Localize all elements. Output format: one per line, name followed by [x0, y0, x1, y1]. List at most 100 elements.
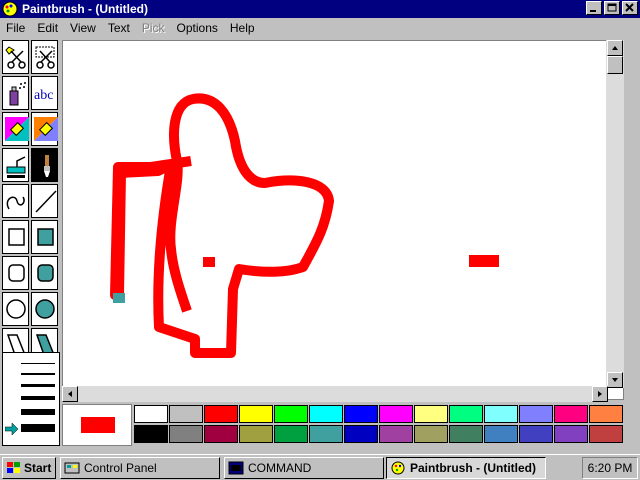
vertical-scroll-thumb[interactable] — [607, 56, 623, 74]
palette-color[interactable] — [449, 405, 483, 423]
palette-color[interactable] — [134, 405, 168, 423]
color-eraser-icon — [5, 117, 29, 141]
scissors-icon — [5, 46, 26, 69]
line-icon — [35, 190, 57, 213]
eraser-icon — [34, 117, 58, 141]
tool-line[interactable] — [31, 184, 58, 218]
palette-color[interactable] — [344, 425, 378, 443]
palette-color[interactable] — [414, 405, 448, 423]
palette-color[interactable] — [309, 425, 343, 443]
menu-options[interactable]: Options — [171, 21, 224, 35]
command-prompt-icon — [228, 461, 244, 475]
scroll-up-button[interactable] — [607, 40, 623, 56]
foreground-color — [81, 417, 115, 433]
scroll-down-button[interactable] — [607, 372, 623, 388]
drawing-canvas[interactable] — [62, 40, 624, 400]
palette-color[interactable] — [554, 405, 588, 423]
menu-edit[interactable]: Edit — [31, 21, 64, 35]
vertical-scrollbar[interactable] — [606, 40, 624, 388]
filled-rounded-box-icon — [37, 264, 54, 282]
tool-rounded-box[interactable] — [2, 256, 29, 290]
palette-color[interactable] — [484, 405, 518, 423]
tool-filled-circle[interactable] — [31, 292, 58, 326]
control-panel-icon — [64, 462, 80, 474]
palette-color[interactable] — [589, 425, 623, 443]
tool-airbrush[interactable] — [2, 76, 29, 110]
tool-curve[interactable] — [2, 184, 29, 218]
curve-icon — [6, 196, 25, 210]
tool-scissors[interactable] — [2, 40, 29, 74]
tool-paint-roller[interactable] — [2, 148, 29, 182]
tool-eraser[interactable] — [31, 112, 58, 146]
palette-color[interactable] — [169, 425, 203, 443]
taskbar-clock: 6:20 PM — [582, 457, 638, 479]
palette-color[interactable] — [344, 405, 378, 423]
windows-logo-icon — [7, 462, 20, 473]
line-width-selector — [2, 352, 60, 446]
palette-color[interactable] — [589, 405, 623, 423]
rounded-box-icon — [8, 264, 25, 282]
taskbar-control-panel[interactable]: Control Panel — [60, 457, 220, 479]
window-title: Paintbrush - (Untitled) — [22, 2, 148, 16]
color-palette — [62, 404, 624, 446]
tool-box[interactable] — [2, 220, 29, 254]
palette-color[interactable] — [554, 425, 588, 443]
paintbrush-icon — [391, 461, 405, 475]
close-button[interactable] — [622, 1, 638, 15]
palette-color[interactable] — [379, 425, 413, 443]
palette-color[interactable] — [449, 425, 483, 443]
palette-color[interactable] — [239, 425, 273, 443]
tool-filled-rounded-box[interactable] — [31, 256, 58, 290]
text-tool-icon: abc — [34, 88, 53, 103]
circle-icon — [6, 299, 26, 319]
menu-view[interactable]: View — [64, 21, 102, 35]
palette-color[interactable] — [274, 425, 308, 443]
taskbar-paintbrush[interactable]: Paintbrush - (Untitled) — [386, 457, 546, 479]
palette-color[interactable] — [519, 425, 553, 443]
palette-color[interactable] — [134, 425, 168, 443]
line-width-4[interactable] — [21, 396, 55, 400]
line-width-3[interactable] — [21, 384, 55, 387]
line-width-6[interactable] — [21, 424, 55, 432]
palette-color[interactable] — [484, 425, 518, 443]
line-width-2[interactable] — [21, 373, 55, 375]
palette-color[interactable] — [309, 405, 343, 423]
box-icon — [8, 228, 25, 246]
tool-color-eraser[interactable] — [2, 112, 29, 146]
menu-help[interactable]: Help — [224, 21, 261, 35]
menu-bar: File Edit View Text Pick Options Help — [0, 18, 640, 38]
palette-color[interactable] — [204, 405, 238, 423]
tool-filled-box[interactable] — [31, 220, 58, 254]
paintbrush-icon — [2, 1, 18, 17]
scroll-left-button[interactable] — [62, 386, 78, 402]
tool-circle[interactable] — [2, 292, 29, 326]
title-bar[interactable]: Paintbrush - (Untitled) — [0, 0, 640, 18]
palette-color[interactable] — [414, 425, 448, 443]
menu-file[interactable]: File — [0, 21, 31, 35]
paint-roller-icon — [6, 156, 26, 178]
palette-color[interactable] — [519, 405, 553, 423]
palette-color[interactable] — [379, 405, 413, 423]
svg-text:abc: abc — [34, 88, 53, 103]
line-width-5[interactable] — [21, 409, 55, 415]
filled-box-icon — [37, 228, 54, 246]
pick-scissors-icon — [35, 46, 55, 69]
menu-pick[interactable]: Pick — [136, 21, 171, 35]
palette-color[interactable] — [204, 425, 238, 443]
palette-color[interactable] — [274, 405, 308, 423]
brush-icon — [44, 155, 50, 177]
taskbar-command[interactable]: COMMAND — [224, 457, 384, 479]
tool-pick[interactable] — [31, 40, 58, 74]
tool-text[interactable]: abc — [31, 76, 58, 110]
start-button[interactable]: Start — [2, 457, 56, 479]
minimize-button[interactable] — [586, 1, 602, 15]
menu-text[interactable]: Text — [102, 21, 136, 35]
line-width-1[interactable] — [21, 363, 55, 364]
palette-color[interactable] — [239, 405, 273, 423]
maximize-button[interactable] — [604, 1, 620, 15]
filled-circle-icon — [35, 299, 55, 319]
scroll-right-button[interactable] — [592, 386, 608, 402]
palette-color[interactable] — [169, 405, 203, 423]
tool-brush[interactable] — [31, 148, 58, 182]
horizontal-scrollbar[interactable] — [62, 386, 608, 402]
